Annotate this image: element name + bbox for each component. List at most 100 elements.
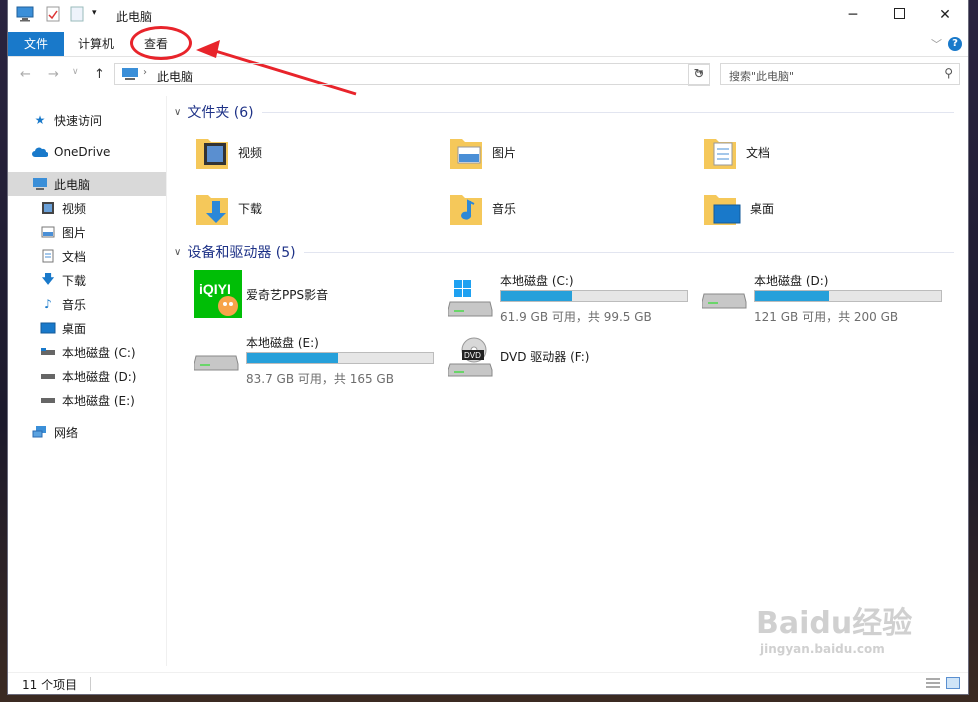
video-folder-icon <box>194 131 230 174</box>
device-dvd-f[interactable]: DVD DVD 驱动器 (F:) <box>447 330 698 386</box>
nav-item-videos[interactable]: 视频 <box>8 196 166 220</box>
nav-item-label: 桌面 <box>62 321 87 336</box>
device-iqiyi[interactable]: iQIYI 爱奇艺PPS影音 <box>194 268 444 324</box>
navigation-bar: ← → ∨ ↑ › 此电脑 ▾ ↻ 搜索"此电脑" ⚲ <box>8 60 968 90</box>
nav-item-drive-d[interactable]: 本地磁盘 (D:) <box>8 364 166 388</box>
tab-computer[interactable]: 计算机 <box>64 32 128 56</box>
picture-icon <box>40 224 56 240</box>
refresh-icon[interactable]: ↻ <box>688 64 710 86</box>
device-label: DVD 驱动器 (F:) <box>500 350 590 364</box>
group-divider <box>261 111 954 113</box>
nav-item-desktop[interactable]: 桌面 <box>8 316 166 340</box>
drive-icon <box>701 292 748 319</box>
computer-icon <box>32 176 48 192</box>
quick-access-dropdown-icon[interactable]: ▾ <box>92 8 97 18</box>
minimize-button[interactable]: ─ <box>830 0 876 30</box>
search-icon[interactable]: ⚲ <box>944 66 953 80</box>
nav-item-label: 文档 <box>62 249 87 264</box>
collapse-chevron-icon[interactable]: ∨ <box>174 107 181 118</box>
svg-text:iQIYI: iQIYI <box>199 281 231 297</box>
picture-folder-icon <box>448 131 484 174</box>
device-label: 本地磁盘 (E:) <box>246 336 319 350</box>
recent-locations-icon[interactable]: ∨ <box>72 67 79 77</box>
device-drive-c[interactable]: 本地磁盘 (C:) 61.9 GB 可用，共 99.5 GB <box>447 268 698 324</box>
up-arrow-icon[interactable]: ↑ <box>94 67 105 82</box>
properties-icon[interactable] <box>46 6 60 25</box>
computer-icon <box>121 67 139 84</box>
nav-item-this-pc[interactable]: 此电脑 <box>8 172 166 196</box>
details-view-icon[interactable] <box>926 677 940 692</box>
drive-usage-fill <box>247 353 339 363</box>
device-label: 爱奇艺PPS影音 <box>246 288 329 302</box>
ribbon-expand-icon[interactable]: ﹀ <box>931 36 942 52</box>
nav-item-onedrive[interactable]: OneDrive <box>8 140 166 164</box>
back-arrow-icon[interactable]: ← <box>20 67 31 82</box>
folder-desktop[interactable]: 桌面 <box>702 184 922 232</box>
drive-usage-fill <box>501 291 572 301</box>
device-drive-e[interactable]: 本地磁盘 (E:) 83.7 GB 可用，共 165 GB <box>193 330 444 386</box>
folder-videos[interactable]: 视频 <box>194 128 414 176</box>
computer-icon[interactable] <box>16 6 34 25</box>
watermark: Baidu经验 jingyan.baidu.com <box>756 598 912 656</box>
collapse-chevron-icon[interactable]: ∨ <box>174 247 181 258</box>
nav-item-quick-access[interactable]: ★ 快速访问 <box>8 108 166 132</box>
group-header-devices[interactable]: ∨ 设备和驱动器 (5) <box>174 242 954 262</box>
folder-label: 下载 <box>238 201 263 216</box>
folder-label: 图片 <box>492 145 517 160</box>
nav-item-label: 本地磁盘 (C:) <box>62 345 136 360</box>
tab-file[interactable]: 文件 <box>8 32 65 56</box>
drive-icon <box>40 392 56 408</box>
group-divider <box>303 251 954 253</box>
nav-item-drive-e[interactable]: 本地磁盘 (E:) <box>8 388 166 412</box>
group-title: 文件夹 (6) <box>187 105 254 121</box>
status-divider <box>90 677 91 691</box>
nav-item-network[interactable]: 网络 <box>8 420 166 444</box>
folder-label: 音乐 <box>492 201 517 216</box>
nav-item-label: 网络 <box>54 425 79 440</box>
folder-downloads[interactable]: 下载 <box>194 184 414 232</box>
nav-item-label: OneDrive <box>54 145 111 159</box>
network-icon <box>32 424 48 440</box>
group-header-folders[interactable]: ∨ 文件夹 (6) <box>174 102 954 122</box>
close-icon: ✕ <box>939 7 951 23</box>
nav-item-pictures[interactable]: 图片 <box>8 220 166 244</box>
desktop-icon <box>40 320 56 336</box>
device-label: 本地磁盘 (D:) <box>754 274 829 288</box>
music-icon: ♪ <box>44 297 52 311</box>
drive-free-space: 121 GB 可用，共 200 GB <box>754 310 899 324</box>
new-folder-icon[interactable] <box>70 6 84 25</box>
dvd-icon: DVD <box>447 336 494 383</box>
drive-usage-bar <box>754 290 942 302</box>
windows-drive-icon <box>447 280 494 323</box>
iqiyi-icon: iQIYI <box>194 270 242 321</box>
minimize-icon: ─ <box>848 7 858 23</box>
device-label: 本地磁盘 (C:) <box>500 274 574 288</box>
large-icons-view-icon[interactable] <box>946 677 960 692</box>
maximize-button[interactable] <box>876 0 922 30</box>
folder-label: 视频 <box>238 145 263 160</box>
address-bar[interactable]: › 此电脑 ▾ <box>114 63 710 85</box>
close-button[interactable]: ✕ <box>922 0 968 30</box>
forward-arrow-icon[interactable]: → <box>48 67 59 82</box>
folder-music[interactable]: 音乐 <box>448 184 668 232</box>
folder-documents[interactable]: 文档 <box>702 128 922 176</box>
document-icon <box>40 248 56 264</box>
search-input[interactable]: 搜索"此电脑" ⚲ <box>720 63 960 85</box>
help-icon[interactable]: ? <box>948 37 962 51</box>
explorer-window: ▾ 此电脑 ─ ✕ 文件 计算机 查看 ﹀ ? ← → ∨ ↑ › 此电脑 ▾ <box>8 0 968 694</box>
video-icon <box>40 200 56 216</box>
navigation-pane: ★ 快速访问 OneDrive 此电脑 视频 图片 文档 🡇 下载 ♪ 音乐 桌… <box>8 96 167 666</box>
device-drive-d[interactable]: 本地磁盘 (D:) 121 GB 可用，共 200 GB <box>701 268 952 324</box>
nav-item-downloads[interactable]: 🡇 下载 <box>8 268 166 292</box>
nav-item-label: 本地磁盘 (E:) <box>62 393 135 408</box>
status-bar: 11 个项目 <box>8 672 968 695</box>
nav-item-documents[interactable]: 文档 <box>8 244 166 268</box>
cloud-icon <box>32 144 48 160</box>
nav-item-label: 此电脑 <box>54 177 91 192</box>
address-path: 此电脑 <box>157 70 194 84</box>
nav-item-label: 音乐 <box>62 297 87 312</box>
nav-item-drive-c[interactable]: 本地磁盘 (C:) <box>8 340 166 364</box>
nav-item-music[interactable]: ♪ 音乐 <box>8 292 166 316</box>
folder-pictures[interactable]: 图片 <box>448 128 668 176</box>
nav-item-label: 本地磁盘 (D:) <box>62 369 137 384</box>
